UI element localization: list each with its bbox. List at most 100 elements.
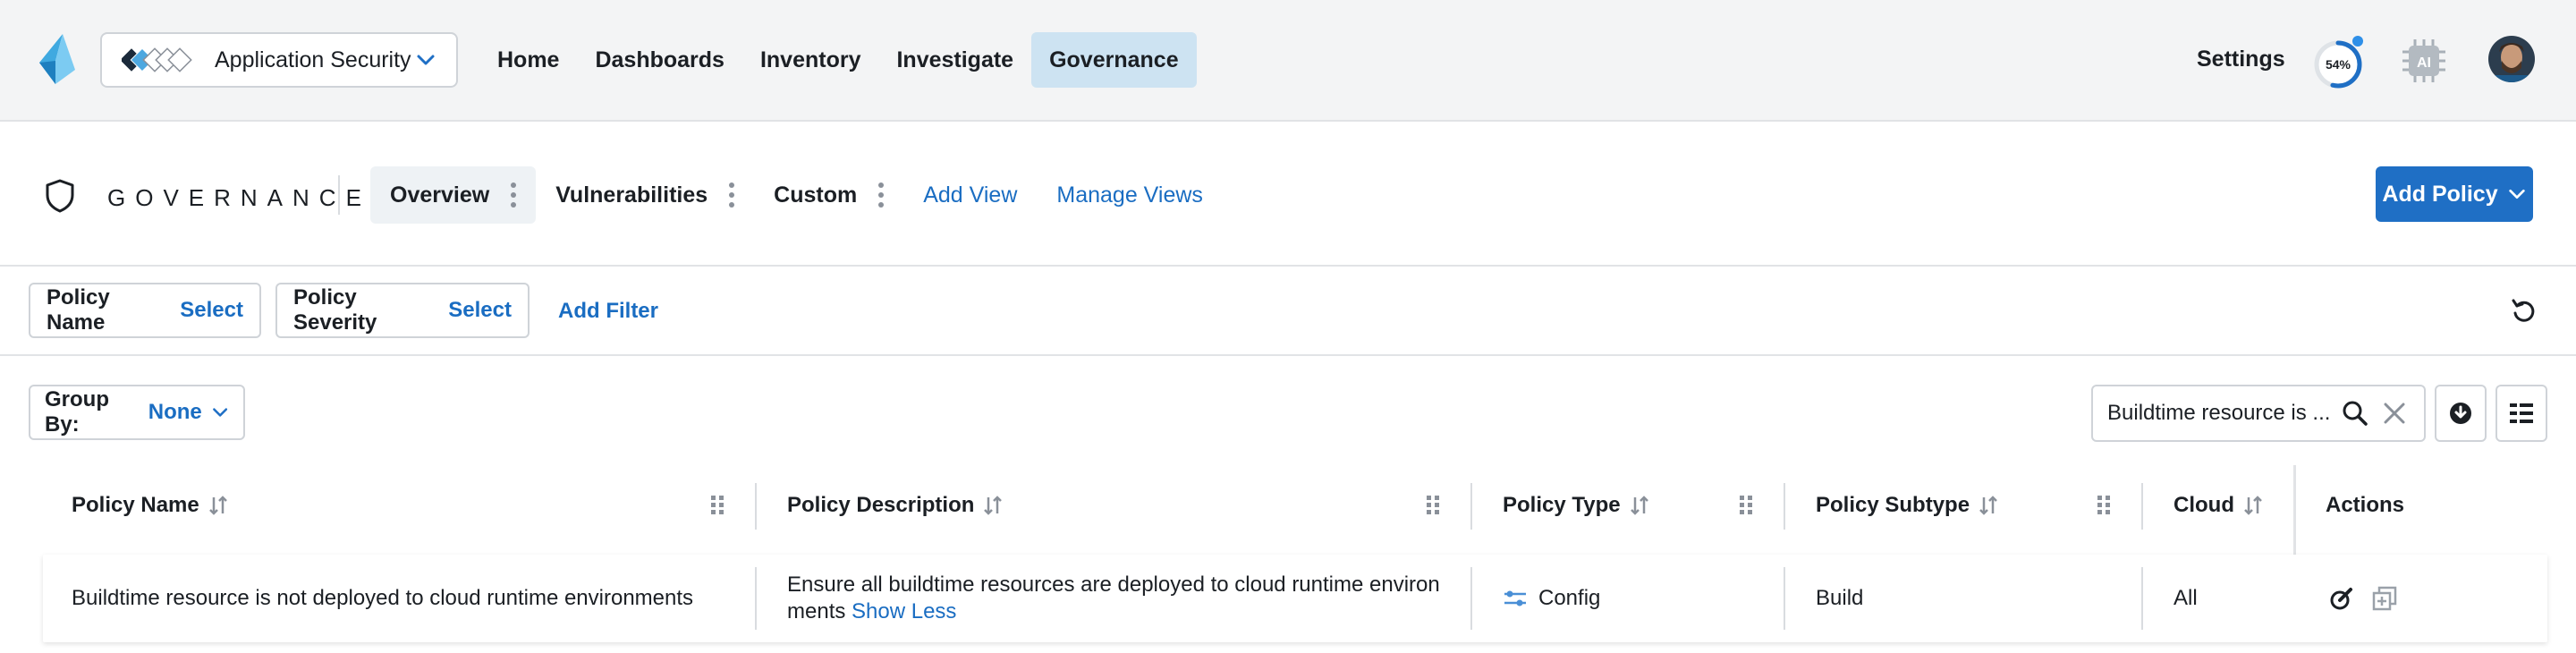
governance-header: GOVERNANCE Overview Vulnerabilities Cust… <box>0 122 2576 267</box>
cell-policy-name[interactable]: Buildtime resource is not deployed to cl… <box>72 555 693 642</box>
application-security-icon <box>122 47 192 72</box>
cell-cloud: All <box>2174 586 2198 610</box>
search-input[interactable] <box>2107 401 2331 426</box>
chevron-down-icon <box>2508 189 2525 199</box>
search-icon[interactable] <box>2342 400 2368 427</box>
column-header-policy-type[interactable]: Policy Type <box>1503 465 1649 546</box>
edit-policy-icon[interactable] <box>2329 586 2354 611</box>
search-field[interactable] <box>2091 385 2426 442</box>
view-tabs: Overview Vulnerabilities Custom Add View… <box>370 166 1223 224</box>
config-sliders-icon <box>1504 590 1526 606</box>
nav-home[interactable]: Home <box>479 32 577 88</box>
description-line-1: Ensure all buildtime resources are deplo… <box>787 572 1440 597</box>
nav-dashboards[interactable]: Dashboards <box>577 32 741 88</box>
settings-link[interactable]: Settings <box>2197 47 2285 72</box>
shield-icon <box>46 179 74 213</box>
filter-name: Policy Name <box>47 285 110 335</box>
cell-divider <box>1470 567 1472 630</box>
tab-vulnerabilities-label: Vulnerabilities <box>555 182 708 208</box>
sort-icon[interactable] <box>208 494 228 517</box>
cell-actions <box>2329 555 2397 642</box>
chevron-down-icon <box>417 55 435 65</box>
sort-icon[interactable] <box>983 494 1003 517</box>
drag-handle-icon[interactable] <box>710 494 724 517</box>
nav-inventory[interactable]: Inventory <box>742 32 879 88</box>
add-view-link[interactable]: Add View <box>903 182 1037 208</box>
column-header-label: Policy Type <box>1503 493 1621 517</box>
cell-policy-subtype: Build <box>1816 586 1864 610</box>
filter-policy-severity[interactable]: Policy Severity Select <box>275 283 530 338</box>
column-header-cloud[interactable]: Cloud <box>2174 465 2263 546</box>
download-button[interactable] <box>2435 385 2487 442</box>
progress-ring[interactable]: 54% <box>2311 36 2365 89</box>
download-icon <box>2450 403 2471 424</box>
tab-custom-label: Custom <box>774 182 858 208</box>
column-settings-button[interactable] <box>2496 385 2547 442</box>
description-line-2: ments <box>787 599 846 623</box>
tab-vulnerabilities[interactable]: Vulnerabilities <box>536 166 754 224</box>
column-header-policy-name[interactable]: Policy Name <box>72 465 228 546</box>
app-switcher-dropdown[interactable]: Application Security <box>100 32 458 88</box>
tab-overview-label: Overview <box>390 182 490 208</box>
progress-text: 54% <box>2326 57 2351 72</box>
column-divider[interactable] <box>2141 483 2143 530</box>
group-by-value: None <box>148 400 202 424</box>
column-list-icon <box>2510 403 2533 423</box>
ai-chip-icon[interactable]: AI <box>2401 38 2447 84</box>
add-policy-button[interactable]: Add Policy <box>2376 166 2533 222</box>
column-header-label: Cloud <box>2174 493 2234 517</box>
ai-label: AI <box>2417 55 2431 71</box>
policy-type-value: Config <box>1538 586 1601 610</box>
filter-name: Policy Severity <box>293 285 377 335</box>
column-header-policy-subtype[interactable]: Policy Subtype <box>1816 465 1998 546</box>
page-title: GOVERNANCE <box>107 184 371 211</box>
group-by-dropdown[interactable]: Group By: None <box>29 385 245 440</box>
clear-search-icon[interactable] <box>2383 402 2406 425</box>
column-header-label: Actions <box>2326 493 2405 517</box>
filter-value[interactable]: Select <box>448 298 512 323</box>
column-header-label: Policy Description <box>787 493 975 517</box>
cell-divider <box>1784 567 1785 630</box>
group-by-label: Group By: <box>45 387 109 437</box>
sort-icon[interactable] <box>1979 494 1998 517</box>
filter-bar: Policy Name Select Policy Severity Selec… <box>0 267 2576 356</box>
user-avatar[interactable] <box>2488 36 2535 82</box>
tab-custom[interactable]: Custom <box>754 166 903 224</box>
drag-handle-icon[interactable] <box>1739 494 1753 517</box>
sort-icon[interactable] <box>1630 494 1649 517</box>
table-row[interactable]: Buildtime resource is not deployed to cl… <box>43 555 2547 642</box>
filter-policy-name[interactable]: Policy Name Select <box>29 283 261 338</box>
manage-views-link[interactable]: Manage Views <box>1037 182 1223 208</box>
header-divider <box>338 175 340 215</box>
kebab-menu-icon[interactable] <box>729 182 735 208</box>
cell-divider <box>755 567 757 630</box>
column-divider[interactable] <box>1470 483 1472 530</box>
nav-investigate[interactable]: Investigate <box>878 32 1031 88</box>
sort-icon[interactable] <box>2243 494 2263 517</box>
main-nav: Home Dashboards Inventory Investigate Go… <box>479 32 1197 88</box>
app-switcher-label: Application Security <box>215 47 411 72</box>
drag-handle-icon[interactable] <box>1426 494 1440 517</box>
avatar-image-icon <box>2488 36 2535 82</box>
reset-filters-icon[interactable] <box>2510 297 2537 324</box>
top-navigation-bar: Application Security Home Dashboards Inv… <box>0 0 2576 122</box>
cell-divider <box>2141 567 2143 630</box>
clone-policy-icon[interactable] <box>2372 586 2397 611</box>
filter-value[interactable]: Select <box>180 298 243 323</box>
cell-policy-description: Ensure all buildtime resources are deplo… <box>787 555 1449 642</box>
chevron-down-icon <box>212 408 227 417</box>
column-header-policy-description[interactable]: Policy Description <box>787 465 1003 546</box>
kebab-menu-icon[interactable] <box>878 182 885 208</box>
column-divider[interactable] <box>755 483 757 530</box>
add-filter-link[interactable]: Add Filter <box>558 299 658 324</box>
column-divider[interactable] <box>1784 483 1785 530</box>
kebab-menu-icon[interactable] <box>511 182 517 208</box>
drag-handle-icon[interactable] <box>2097 494 2111 517</box>
column-header-label: Policy Name <box>72 493 199 517</box>
column-header-actions: Actions <box>2326 465 2404 546</box>
prisma-logo-icon[interactable] <box>36 34 79 84</box>
tab-overview[interactable]: Overview <box>370 166 537 224</box>
nav-governance[interactable]: Governance <box>1031 32 1197 88</box>
notification-dot <box>2352 36 2363 47</box>
show-less-link[interactable]: Show Less <box>852 599 956 623</box>
